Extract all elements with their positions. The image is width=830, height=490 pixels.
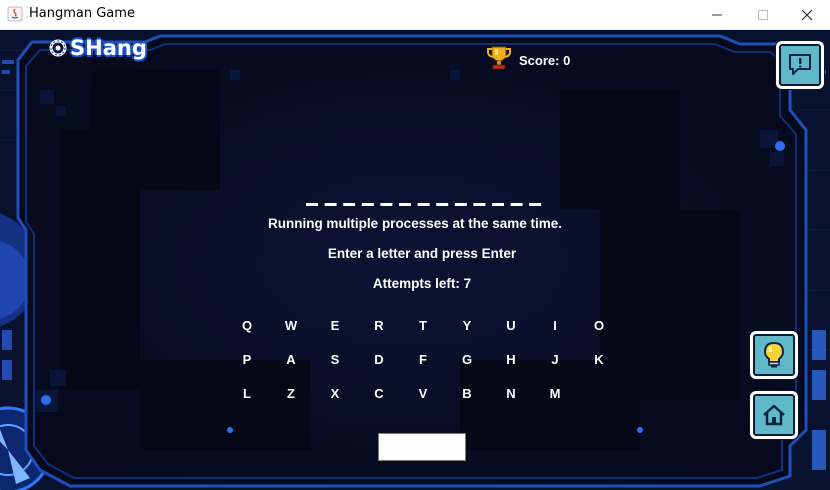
score-label: Score: 0 — [519, 53, 571, 68]
letter-blank — [417, 203, 430, 206]
letter-blank — [492, 203, 504, 206]
java-app-icon — [7, 6, 23, 22]
letter-blank — [380, 203, 393, 206]
letter-key-e[interactable]: E — [313, 316, 357, 336]
letter-key-i[interactable]: I — [533, 316, 577, 336]
attempts-left-text: Attempts left: 7 — [372, 276, 472, 291]
letter-key-s[interactable]: S — [313, 350, 357, 370]
letter-input[interactable] — [378, 433, 466, 461]
window-title: Hangman Game — [29, 6, 135, 21]
word-blanks — [306, 203, 542, 206]
home-button[interactable] — [750, 391, 798, 439]
maximize-button[interactable] — [740, 0, 786, 29]
letter-blank — [399, 203, 411, 206]
letter-blank — [436, 203, 449, 206]
letter-blank — [361, 203, 374, 206]
letter-key-o[interactable]: O — [577, 316, 621, 336]
letter-key-x[interactable]: X — [313, 384, 357, 404]
gear-icon — [49, 39, 67, 57]
letter-key-a[interactable]: A — [269, 350, 313, 370]
letter-key-v[interactable]: V — [401, 384, 445, 404]
letter-key-l[interactable]: L — [225, 384, 269, 404]
letter-key-d[interactable]: D — [357, 350, 401, 370]
game-logo: SHang — [48, 34, 147, 62]
letter-key-j[interactable]: J — [533, 350, 577, 370]
letter-key-q[interactable]: Q — [225, 316, 269, 336]
close-button[interactable] — [784, 0, 830, 29]
letter-key-n[interactable]: N — [489, 384, 533, 404]
letter-key-f[interactable]: F — [401, 350, 445, 370]
game-canvas: SHang Score: 0 Running multiple processe… — [0, 30, 830, 490]
letter-blank — [324, 203, 337, 206]
letter-key-h[interactable]: H — [489, 350, 533, 370]
letter-key-r[interactable]: R — [357, 316, 401, 336]
letter-blank — [529, 203, 542, 206]
letter-key-z[interactable]: Z — [269, 384, 313, 404]
window-titlebar: Hangman Game — [0, 0, 830, 30]
maximize-icon — [758, 9, 768, 20]
chat-bubble-icon — [789, 54, 811, 75]
letter-blank — [343, 203, 356, 206]
trophy-icon — [487, 46, 511, 70]
letter-blank — [510, 203, 523, 206]
close-icon — [801, 9, 813, 20]
letter-blank — [473, 203, 486, 206]
letter-key-t[interactable]: T — [401, 316, 445, 336]
home-icon — [763, 404, 785, 426]
feedback-button[interactable] — [776, 41, 824, 89]
letter-key-g[interactable]: G — [445, 350, 489, 370]
lightbulb-icon — [763, 341, 785, 368]
minimize-icon — [712, 14, 722, 15]
letter-key-b[interactable]: B — [445, 384, 489, 404]
letter-key-y[interactable]: Y — [445, 316, 489, 336]
instruction-text: Enter a letter and press Enter — [327, 246, 517, 261]
letter-blank — [454, 203, 467, 206]
minimize-button[interactable] — [694, 0, 740, 29]
clue-text: Running multiple processes at the same t… — [267, 216, 563, 231]
letter-blank — [306, 203, 318, 206]
letter-key-u[interactable]: U — [489, 316, 533, 336]
letter-key-p[interactable]: P — [225, 350, 269, 370]
hint-button[interactable] — [750, 331, 798, 379]
letter-key-c[interactable]: C — [357, 384, 401, 404]
letter-key-k[interactable]: K — [577, 350, 621, 370]
letter-key-w[interactable]: W — [269, 316, 313, 336]
logo-text: SHang — [70, 36, 147, 60]
letter-key-m[interactable]: M — [533, 384, 577, 404]
